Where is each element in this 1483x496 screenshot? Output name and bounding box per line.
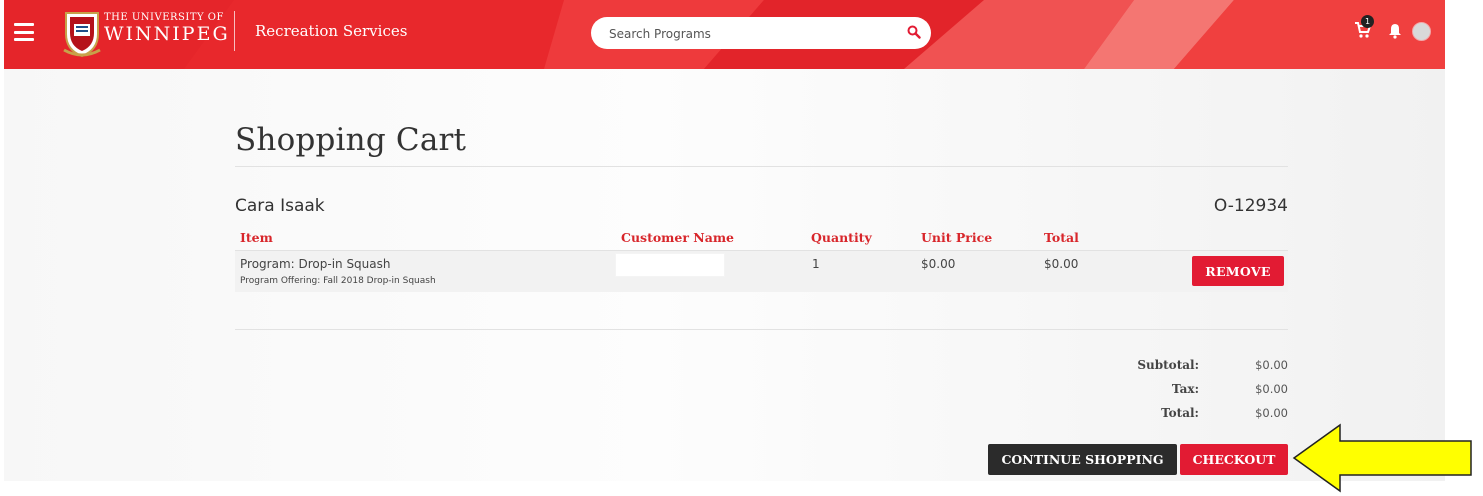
column-header-total: Total [1044,230,1079,245]
university-crest-logo[interactable] [62,10,102,58]
search-input[interactable] [607,23,891,45]
total-value: $0.00 [1255,406,1288,420]
customer-name-field[interactable] [615,253,725,277]
cart-count-badge: 1 [1361,15,1374,28]
page-title: Shopping Cart [235,122,467,158]
title-divider [235,166,1288,167]
hamburger-menu-icon[interactable] [14,23,34,41]
university-name-line1: THE UNIVERSITY OF [104,12,224,23]
column-header-customer-name: Customer Name [621,230,735,245]
subtotal-label: Subtotal: [1137,358,1199,372]
column-header-unit-price: Unit Price [921,230,993,245]
header-divider [234,11,235,51]
checkout-button[interactable]: CHECKOUT [1180,444,1288,475]
search-box [591,17,931,49]
item-offering: Program Offering: Fall 2018 Drop-in Squa… [240,276,436,286]
summary-divider [235,329,1288,330]
top-navbar: THE UNIVERSITY OF WINNIPEG Recreation Se… [4,0,1445,69]
tax-value: $0.00 [1255,382,1288,396]
column-header-quantity: Quantity [811,230,872,245]
remove-button[interactable]: REMOVE [1192,256,1284,286]
item-total: $0.00 [1044,257,1079,271]
total-label: Total: [1161,406,1199,420]
cart-owner-name: Cara Isaak [235,196,325,216]
tax-label: Tax: [1171,382,1199,396]
university-name[interactable]: THE UNIVERSITY OF WINNIPEG [104,13,230,44]
pointer-arrow-icon [1292,423,1472,493]
continue-shopping-button[interactable]: CONTINUE SHOPPING [988,444,1177,475]
order-number: O-12934 [1213,196,1288,216]
column-header-item: Item [240,230,273,245]
search-icon[interactable] [907,25,921,39]
bell-icon[interactable] [1388,23,1402,39]
subtotal-value: $0.00 [1255,358,1288,372]
item-unit-price: $0.00 [921,257,956,271]
app-frame: THE UNIVERSITY OF WINNIPEG Recreation Se… [4,0,1445,481]
item-quantity: 1 [812,257,820,271]
user-avatar[interactable] [1412,22,1431,41]
service-name-link[interactable]: Recreation Services [255,22,407,40]
item-name: Program: Drop-in Squash [240,257,391,271]
university-name-line2: WINNIPEG [104,23,230,45]
